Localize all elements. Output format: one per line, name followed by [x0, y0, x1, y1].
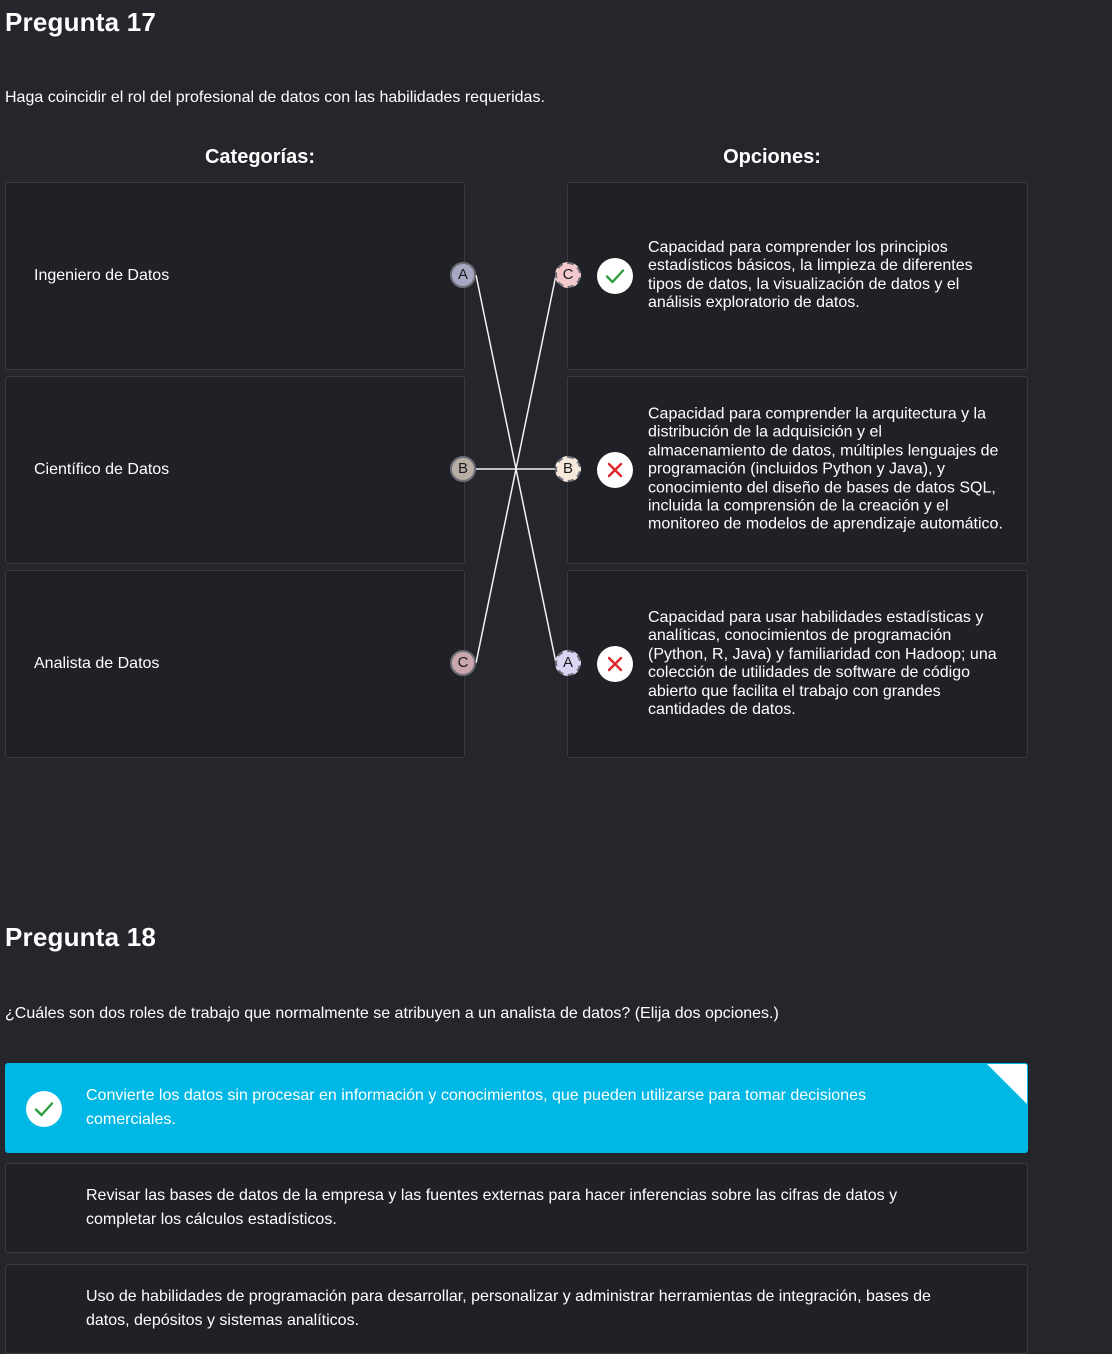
selected-corner-icon	[987, 1064, 1027, 1104]
categories-header: Categorías:	[204, 146, 316, 168]
option-node-a[interactable]: A	[555, 650, 581, 676]
option-node-b[interactable]: B	[555, 456, 581, 482]
connection-line-a	[475, 274, 557, 664]
answer-option-2[interactable]: Revisar las bases de datos de la empresa…	[5, 1163, 1028, 1253]
question-17-prompt: Haga coincidir el rol del profesional de…	[5, 89, 545, 106]
category-cientifico-de-datos[interactable]: Científico de Datos	[5, 376, 465, 564]
category-label: Analista de Datos	[34, 655, 160, 672]
category-node-b[interactable]: B	[450, 456, 476, 482]
option-text: Capacidad para usar habilidades estadíst…	[648, 608, 997, 718]
option-arquitectura-datos[interactable]: Capacidad para comprender la arquitectur…	[567, 376, 1028, 564]
category-node-a[interactable]: A	[450, 262, 476, 288]
question-18-prompt: ¿Cuáles son dos roles de trabajo que nor…	[5, 1005, 779, 1022]
incorrect-x-icon	[597, 452, 633, 488]
option-text: Capacidad para comprender los principios…	[648, 239, 973, 312]
answer-option-text: Convierte los datos sin procesar en info…	[86, 1087, 866, 1128]
question-17-title: Pregunta 17	[5, 7, 157, 37]
category-node-c[interactable]: C	[450, 650, 476, 676]
selected-check-icon	[26, 1091, 62, 1127]
connection-line-c	[475, 274, 557, 664]
incorrect-x-icon	[597, 646, 633, 682]
option-text: Capacidad para comprender la arquitectur…	[648, 405, 1003, 534]
answer-option-1[interactable]: Convierte los datos sin procesar en info…	[5, 1063, 1028, 1153]
answer-option-text: Revisar las bases de datos de la empresa…	[86, 1187, 898, 1228]
option-habilidades-hadoop[interactable]: Capacidad para usar habilidades estadíst…	[567, 570, 1028, 758]
answer-option-text: Uso de habilidades de programación para …	[86, 1288, 931, 1329]
category-analista-de-datos[interactable]: Analista de Datos	[5, 570, 465, 758]
option-node-c[interactable]: C	[555, 262, 581, 288]
category-label: Ingeniero de Datos	[34, 267, 170, 284]
category-label: Científico de Datos	[34, 461, 170, 478]
correct-check-icon	[597, 258, 633, 294]
answer-option-3[interactable]: Uso de habilidades de programación para …	[5, 1264, 1028, 1354]
question-18-title: Pregunta 18	[5, 922, 157, 952]
options-header: Opciones:	[723, 146, 821, 168]
category-ingeniero-de-datos[interactable]: Ingeniero de Datos	[5, 182, 465, 370]
option-estadistica-basica[interactable]: Capacidad para comprender los principios…	[567, 182, 1028, 370]
